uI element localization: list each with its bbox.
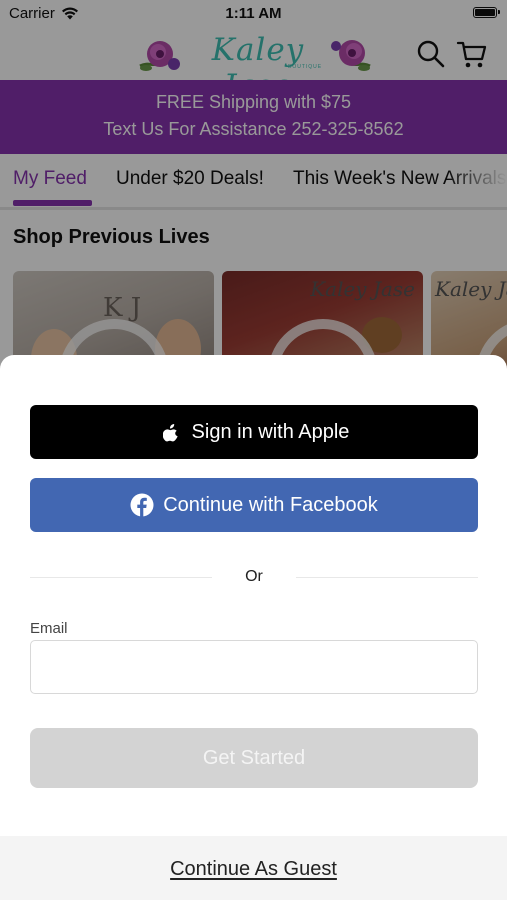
facebook-button-label: Continue with Facebook xyxy=(163,493,378,516)
email-input[interactable] xyxy=(30,640,478,694)
divider-line-right xyxy=(296,577,478,578)
get-started-button[interactable]: Get Started xyxy=(30,728,478,788)
guest-bar: Continue As Guest xyxy=(0,836,507,900)
apple-button-label: Sign in with Apple xyxy=(191,420,350,443)
continue-with-facebook-button[interactable]: Continue with Facebook xyxy=(30,478,478,532)
or-divider: Or xyxy=(30,566,478,588)
facebook-icon xyxy=(130,493,154,517)
apple-icon xyxy=(159,420,183,444)
continue-as-guest-link[interactable]: Continue As Guest xyxy=(0,858,507,881)
sign-in-sheet: Sign in with Apple Continue with Faceboo… xyxy=(0,355,507,900)
app-screen: Carrier 1:11 AM Kaley Jase BOUTIQUE xyxy=(0,0,507,900)
sign-in-with-apple-button[interactable]: Sign in with Apple xyxy=(30,405,478,459)
email-label: Email xyxy=(30,620,68,637)
get-started-label: Get Started xyxy=(202,746,306,769)
